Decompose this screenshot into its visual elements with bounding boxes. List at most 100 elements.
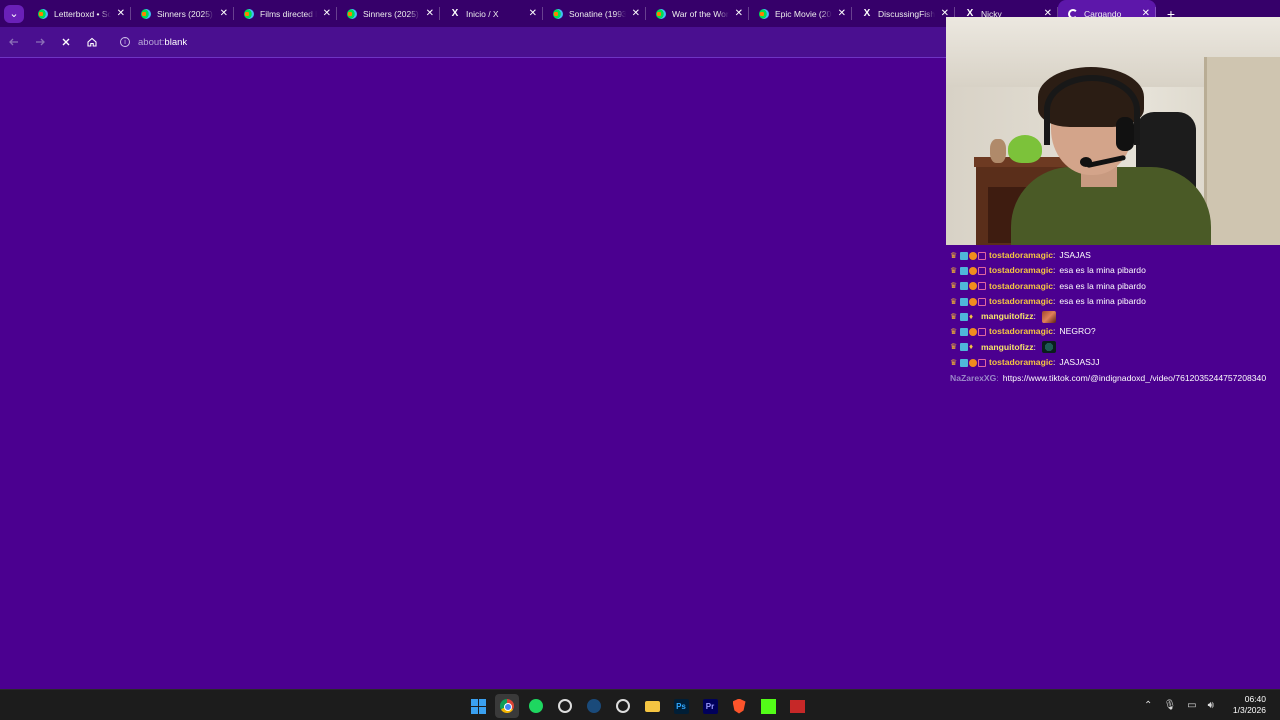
x-icon: X: [451, 8, 459, 19]
info-icon[interactable]: i: [120, 37, 130, 47]
letterboxd-icon: [759, 8, 769, 19]
close-tab-icon[interactable]: ✕: [735, 7, 743, 20]
chevron-down-icon: ⌄: [9, 8, 19, 20]
chat-text: esa es la mina pibardo: [1059, 265, 1146, 276]
monitor-icon[interactable]: ▭: [1187, 700, 1196, 711]
chat-message: ♛ tostadoramagic: NEGRO?: [950, 324, 1280, 339]
browser-tab[interactable]: Epic Movie (200 ✕: [749, 0, 852, 27]
gem-badge-icon: ♦: [969, 311, 974, 321]
close-tab-icon[interactable]: ✕: [220, 7, 228, 20]
chat-text: esa es la mina pibardo: [1059, 280, 1146, 291]
subscriber-badge-icon: [960, 312, 968, 321]
chat-colon: :: [1053, 326, 1056, 337]
tab-title: Sinners (2025): [157, 8, 213, 19]
webcam-plush: [1008, 135, 1042, 163]
browser-tab[interactable]: Sinners (2025) ✕: [131, 0, 234, 27]
letterboxd-icon: [141, 8, 151, 19]
photoshop-icon: Ps: [673, 698, 689, 714]
browser-tab[interactable]: Letterboxd • So ✕: [28, 0, 131, 27]
subscriber-badge-icon: [960, 266, 968, 275]
close-tab-icon[interactable]: ✕: [117, 7, 125, 20]
chrome-taskbar-button[interactable]: [495, 694, 519, 718]
premiere-taskbar-button[interactable]: Pr: [698, 694, 722, 718]
crown-badge-icon: ♛: [950, 357, 958, 367]
vip-badge-icon: [978, 297, 986, 306]
chat-message: ♛ tostadoramagic: esa es la mina pibardo: [950, 279, 1280, 294]
chat-emote: [1041, 310, 1056, 323]
windows-logo-icon: [470, 698, 486, 714]
close-tab-icon[interactable]: ✕: [529, 7, 537, 20]
url-text: about:blank: [138, 37, 187, 48]
back-button[interactable]: [2, 30, 26, 54]
taskbar-apps: Ps Pr: [466, 694, 809, 718]
chat-text: NEGRO?: [1059, 326, 1096, 337]
close-tab-icon[interactable]: ✕: [838, 7, 846, 20]
steam-taskbar-button[interactable]: [582, 694, 606, 718]
chat-username: manguitofizz: [981, 341, 1034, 352]
kick-taskbar-button[interactable]: [756, 694, 780, 718]
x-icon: X: [863, 8, 871, 19]
browser-tab[interactable]: War of the Wor ✕: [646, 0, 749, 27]
browser-tab[interactable]: Sinners (2025) ✕: [337, 0, 440, 27]
home-icon: [87, 37, 97, 47]
close-tab-icon[interactable]: ✕: [323, 7, 331, 20]
browser-tab[interactable]: X DiscussingFish ✕: [852, 0, 955, 27]
webcam-figure: [990, 139, 1006, 163]
browser-tab[interactable]: Films directed b ✕: [234, 0, 337, 27]
webcam-overlay: [946, 17, 1280, 245]
gift-badge-icon: [969, 328, 977, 337]
chat-username: NaZarexXG: [950, 373, 997, 384]
forward-button[interactable]: [28, 30, 52, 54]
start-button[interactable]: [466, 694, 490, 718]
crown-badge-icon: ♛: [950, 250, 958, 260]
gem-badge-icon: ♦: [969, 342, 974, 352]
subscriber-badge-icon: [960, 251, 968, 260]
microphone-icon[interactable]: 🎙︎: [1163, 700, 1176, 711]
vip-badge-icon: [978, 251, 986, 260]
chat-text: JASJASJJ: [1059, 357, 1100, 368]
browser-tab[interactable]: Sonatine (1993 ✕: [543, 0, 646, 27]
letterboxd-icon: [38, 8, 48, 19]
chat-overlay: ♛ tostadoramagic: JSAJAS ♛ tostadoramagi…: [950, 248, 1280, 385]
chat-username: tostadoramagic: [989, 265, 1053, 276]
close-tab-icon[interactable]: ✕: [632, 7, 640, 20]
home-button[interactable]: [80, 30, 104, 54]
brave-taskbar-button[interactable]: [727, 694, 751, 718]
webcam-door: [1204, 57, 1280, 245]
address-bar[interactable]: i about:blank: [114, 31, 934, 53]
chevron-up-icon[interactable]: ⌃: [1144, 700, 1152, 711]
file-explorer-taskbar-button[interactable]: [640, 694, 664, 718]
close-tab-icon[interactable]: ✕: [426, 7, 434, 20]
steam-icon: [587, 699, 601, 713]
crown-badge-icon: ♛: [950, 296, 958, 306]
tab-title: Letterboxd • So: [54, 8, 111, 19]
system-clock[interactable]: 06:40 1/3/2026: [1233, 694, 1266, 716]
volume-icon[interactable]: 🔊︎: [1208, 700, 1214, 711]
gift-badge-icon: [969, 282, 977, 291]
chat-text: esa es la mina pibardo: [1059, 295, 1146, 306]
subscriber-badge-icon: [960, 343, 968, 352]
vip-badge-icon: [978, 358, 986, 367]
chat-message: ♛ tostadoramagic: esa es la mina pibardo: [950, 294, 1280, 309]
crown-badge-icon: ♛: [950, 327, 958, 337]
spotify-taskbar-button[interactable]: [524, 694, 548, 718]
tab-search-button[interactable]: ⌄: [4, 4, 24, 23]
obs-taskbar-button[interactable]: [553, 694, 577, 718]
chat-message: ♛ ♦ manguitofizz:: [950, 340, 1280, 355]
gift-badge-icon: [969, 251, 977, 260]
tab-title: Sonatine (1993: [569, 8, 626, 19]
chat-colon: :: [1053, 250, 1056, 260]
livesplit-taskbar-button[interactable]: [785, 694, 809, 718]
clock-date: 1/3/2026: [1232, 705, 1266, 715]
chat-link: https://www.tiktok.com/@indignadoxd_/vid…: [1002, 373, 1267, 384]
browser-tab[interactable]: X Inicio / X ✕: [440, 0, 543, 27]
stop-loading-button[interactable]: [54, 30, 78, 54]
photoshop-taskbar-button[interactable]: Ps: [669, 694, 693, 718]
letterboxd-icon: [553, 8, 563, 19]
chat-text: JSAJAS: [1059, 250, 1091, 260]
system-tray: ⌃ 🎙︎ ▭ 🔊︎ 06:40 1/3/2026: [1144, 690, 1266, 720]
kick-icon: [760, 698, 776, 714]
tab-title: Epic Movie (200: [775, 8, 832, 19]
url-host: blank: [164, 36, 188, 48]
discord-taskbar-button[interactable]: [611, 694, 635, 718]
